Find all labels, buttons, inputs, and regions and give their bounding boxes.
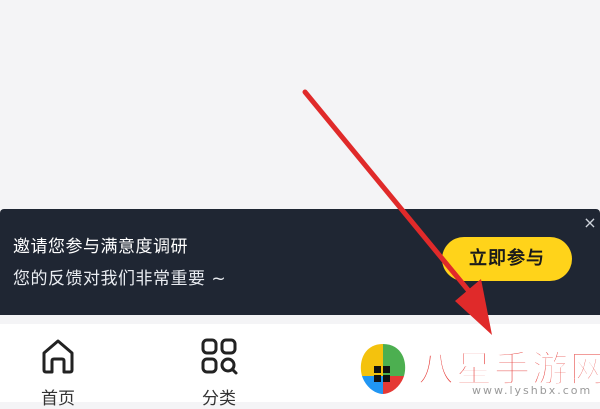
category-grid-icon xyxy=(201,338,238,375)
content-area xyxy=(0,0,600,209)
home-icon xyxy=(42,339,74,374)
survey-subtitle: 您的反馈对我们非常重要 ~ xyxy=(13,269,227,289)
watermark: 八星手游网 www.lyshbx.com xyxy=(352,336,600,402)
close-banner-icon[interactable]: × xyxy=(580,213,600,233)
nav-item-home[interactable]: 首页 xyxy=(28,336,88,409)
join-survey-button[interactable]: 立即参与 xyxy=(442,237,572,281)
nav-label-category: 分类 xyxy=(202,389,236,409)
nav-item-category[interactable]: 分类 xyxy=(189,336,249,409)
watermark-logo-icon xyxy=(360,344,406,394)
watermark-url: www.lyshbx.com xyxy=(472,384,593,397)
nav-label-home: 首页 xyxy=(41,389,75,409)
survey-title: 邀请您参与满意度调研 xyxy=(13,237,188,257)
